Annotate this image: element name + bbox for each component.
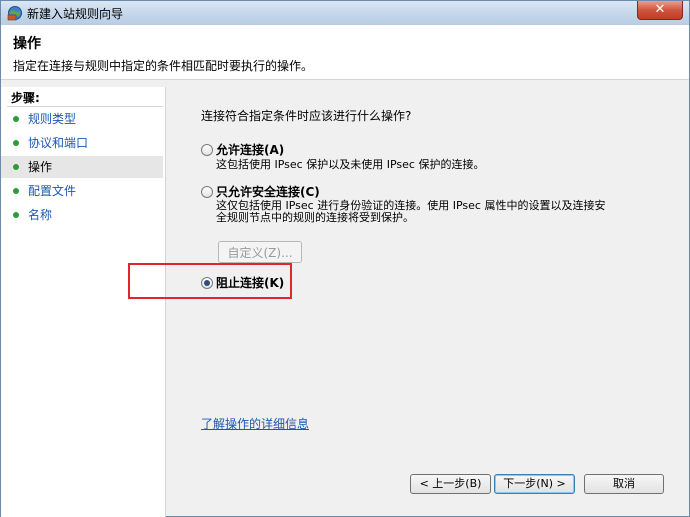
page-description: 指定在连接与规则中指定的条件相匹配时要执行的操作。 (13, 59, 314, 73)
customize-button[interactable]: 自定义(Z)... (218, 241, 302, 263)
sidebar-item-action[interactable]: 操作 (1, 156, 163, 178)
steps-divider (7, 106, 163, 107)
sidebar-item-label: 名称 (28, 208, 53, 222)
steps-sidebar: 步骤: 规则类型 协议和端口 操作 配置文件 名称 (1, 87, 166, 517)
highlight-box (128, 263, 292, 299)
allow-secure-desc-line2: 全规则节点中的规则的连接将受到保护。 (216, 211, 414, 224)
close-button[interactable]: ✕ (637, 1, 683, 20)
close-icon: ✕ (654, 2, 666, 17)
sidebar-item-name[interactable]: 名称 (1, 204, 163, 226)
title-bar[interactable]: 新建入站规则向导 ✕ (1, 1, 689, 25)
allow-connection-desc: 这包括使用 IPsec 保护以及未使用 IPsec 保护的连接。 (216, 158, 485, 171)
action-question: 连接符合指定条件时应该进行什么操作? (201, 109, 412, 123)
back-button[interactable]: < 上一步(B) (410, 474, 491, 494)
step-dot-icon (13, 116, 19, 122)
sidebar-item-label: 配置文件 (28, 184, 77, 198)
main-content: 连接符合指定条件时应该进行什么操作? 允许连接(A) 这包括使用 IPsec 保… (128, 87, 689, 517)
firewall-globe-icon (7, 6, 22, 21)
allow-connection-label[interactable]: 允许连接(A) (216, 141, 284, 158)
wizard-window: 新建入站规则向导 ✕ 操作 指定在连接与规则中指定的条件相匹配时要执行的操作。 … (0, 0, 690, 517)
step-dot-icon (13, 212, 19, 218)
sidebar-item-label: 协议和端口 (28, 136, 89, 150)
step-dot-icon (13, 188, 19, 194)
cancel-button[interactable]: 取消 (584, 474, 664, 494)
page-title: 操作 (13, 36, 41, 52)
allow-secure-label[interactable]: 只允许安全连接(C) (216, 183, 320, 200)
sidebar-item-profile[interactable]: 配置文件 (1, 180, 163, 202)
sidebar-item-protocol-port[interactable]: 协议和端口 (1, 132, 163, 154)
next-button[interactable]: 下一步(N) > (494, 474, 575, 494)
steps-title: 步骤: (11, 91, 40, 105)
learn-more-link[interactable]: 了解操作的详细信息 (201, 415, 309, 432)
step-dot-icon (13, 140, 19, 146)
wizard-header: 操作 指定在连接与规则中指定的条件相匹配时要执行的操作。 (1, 25, 689, 80)
sidebar-item-label: 操作 (28, 160, 53, 174)
sidebar-item-rule-type[interactable]: 规则类型 (1, 108, 163, 130)
window-title: 新建入站规则向导 (27, 7, 124, 21)
sidebar-item-label: 规则类型 (28, 112, 77, 126)
allow-secure-radio[interactable] (201, 186, 213, 198)
allow-connection-radio[interactable] (201, 144, 213, 156)
step-dot-icon (13, 164, 19, 170)
